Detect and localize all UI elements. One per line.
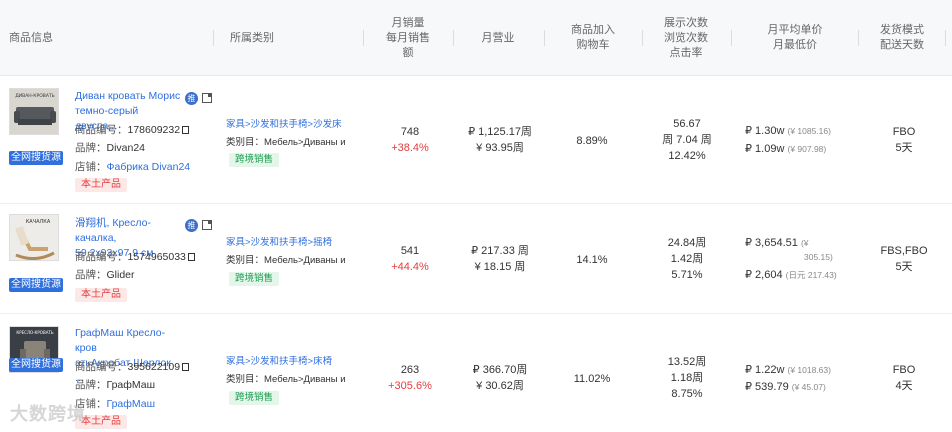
cross-border-tag: 跨境销售 bbox=[229, 153, 280, 167]
cross-border-tag: 跨境销售 bbox=[229, 272, 280, 286]
header-monthly-revenue[interactable]: 月营业 bbox=[458, 0, 538, 76]
store-link[interactable]: Фабрика Divan24 bbox=[107, 161, 191, 173]
add-to-cart-rate: 14.1% bbox=[576, 254, 608, 266]
min-price: ₽ 539.79 (¥ 45.07) bbox=[745, 381, 826, 393]
product-code: 商品编号：1574965033 bbox=[75, 251, 195, 264]
monthly-revenue: ₽ 217.33 周 ¥ 18.15 周 bbox=[471, 245, 529, 273]
header-category: 所属类别 bbox=[230, 31, 274, 44]
product-image[interactable]: КАЧАЛКА bbox=[9, 214, 59, 261]
category-path-link[interactable]: 家具>沙发和扶手椅>摇椅 bbox=[226, 237, 352, 249]
all-network-source-button[interactable]: 全网搜货源 bbox=[9, 151, 63, 165]
table-row: КАЧАЛКА 全网搜货源 滑翔机, Кресло-качалка, 59.2x9… bbox=[0, 204, 952, 314]
copy-icon[interactable] bbox=[182, 126, 190, 134]
product-name-link[interactable]: ГрафМаш Кресло-кров атьАкробат Шерлок ... bbox=[75, 326, 181, 386]
product-image[interactable]: ДИВАН-КРОВАТЬ bbox=[9, 88, 59, 135]
cross-border-tag: 跨境销售 bbox=[229, 391, 280, 405]
category-path-link[interactable]: 家具>沙发和扶手椅>床椅 bbox=[226, 356, 352, 368]
product-store: 店铺：Фабрика Divan24 bbox=[75, 161, 191, 173]
copy-icon[interactable] bbox=[182, 363, 190, 371]
shipping-info: FBS,FBO 5天 bbox=[880, 245, 928, 273]
header-price[interactable]: 月平均单价 月最低价 bbox=[738, 0, 852, 76]
category-sub: 类别目：Мебель>Диваны и bbox=[226, 137, 346, 148]
local-product-tag: 本土产品 bbox=[75, 178, 127, 192]
external-link-icon[interactable] bbox=[202, 220, 212, 230]
avg-price: ₽ 1.30w (¥ 1085.16) bbox=[745, 125, 831, 137]
category-path-link[interactable]: 家具>沙发和扶手椅>沙发床 bbox=[226, 119, 352, 131]
shipping-info: FBO 5天 bbox=[892, 126, 916, 154]
monthly-sales: 263 +305.6% bbox=[388, 364, 432, 392]
watermark: 大数跨境 bbox=[10, 404, 86, 424]
product-table: 商品信息 所属类别 月销量 每月销售额 月营业 商品加入 购物车 展示次数 浏览次数点… bbox=[0, 0, 952, 432]
header-views[interactable]: 展示次数 浏览次数 点击率 bbox=[646, 0, 726, 76]
category-sub: 类别目：Мебель>Диваны и bbox=[226, 374, 346, 385]
product-brand: 品牌：ГрафМаш bbox=[75, 379, 156, 391]
min-price: ₽ 1.09w (¥ 907.98) bbox=[745, 143, 827, 155]
svg-text:КАЧАЛКА: КАЧАЛКА bbox=[26, 219, 51, 225]
promote-icon[interactable]: 推 bbox=[185, 92, 198, 105]
all-network-source-button[interactable]: 全网搜货源 bbox=[9, 278, 63, 292]
promote-icon[interactable]: 推 bbox=[185, 219, 198, 232]
product-code: 商品编号：178609232 bbox=[75, 124, 190, 137]
min-price: ₽ 2,604 (日元 217.43) bbox=[745, 269, 837, 281]
table-row: ДИВАН-КРОВАТЬ 全网搜货源 Диван кровать Морис т… bbox=[0, 76, 952, 204]
table-header: 商品信息 所属类别 月销量 每月销售额 月营业 商品加入 购物车 展示次数 浏览次数点… bbox=[0, 0, 952, 76]
table-row: КРЕСЛО-КРОВАТЬ 全网搜货源 ГрафМаш Кресло-кров… bbox=[0, 314, 952, 432]
copy-icon[interactable] bbox=[187, 253, 195, 261]
svg-text:КРЕСЛО-КРОВАТЬ: КРЕСЛО-КРОВАТЬ bbox=[16, 330, 53, 335]
all-network-source-button[interactable]: 全网搜货源 bbox=[9, 358, 63, 372]
views-ctr: 56.67 周 7.04 周 12.42% bbox=[662, 118, 712, 162]
avg-price-cny: 305.15) bbox=[804, 252, 833, 262]
header-monthly-sales[interactable]: 月销量 每月销售额 bbox=[370, 0, 446, 76]
monthly-revenue: ₽ 1,125.17周 ¥ 93.95周 bbox=[468, 126, 532, 154]
monthly-sales: 748 +38.4% bbox=[391, 126, 429, 154]
local-product-tag: 本土产品 bbox=[75, 288, 127, 302]
avg-price: ₽ 1.22w (¥ 1018.63) bbox=[745, 364, 831, 376]
monthly-sales: 541 +44.4% bbox=[391, 245, 429, 273]
header-product-info: 商品信息 bbox=[9, 31, 53, 44]
store-link[interactable]: ГрафМаш bbox=[107, 398, 156, 410]
product-brand: 品牌：Glider bbox=[75, 269, 135, 281]
category-sub: 类别目：Мебель>Диваны и bbox=[226, 255, 346, 266]
add-to-cart-rate: 11.02% bbox=[573, 373, 611, 385]
product-store: 店铺：ГрафМаш bbox=[75, 398, 156, 410]
product-code: 商品编号：395622109 bbox=[75, 361, 190, 374]
header-shipping[interactable]: 发货模式 配送天数 bbox=[862, 0, 942, 76]
header-add-to-cart[interactable]: 商品加入 购物车 bbox=[550, 0, 636, 76]
add-to-cart-rate: 8.89% bbox=[576, 135, 608, 147]
svg-text:ДИВАН-КРОВАТЬ: ДИВАН-КРОВАТЬ bbox=[15, 93, 55, 99]
views-ctr: 24.84周 1.42周 5.71% bbox=[667, 237, 707, 281]
external-link-icon[interactable] bbox=[202, 93, 212, 103]
avg-price: ₽ 3,654.51 (¥ bbox=[745, 237, 809, 249]
views-ctr: 13.52周 1.18周 8.75% bbox=[667, 356, 707, 400]
shipping-info: FBO 4天 bbox=[892, 364, 916, 392]
monthly-revenue: ₽ 366.70周 ¥ 30.62周 bbox=[472, 364, 528, 392]
product-brand: 品牌：Divan24 bbox=[75, 142, 146, 154]
